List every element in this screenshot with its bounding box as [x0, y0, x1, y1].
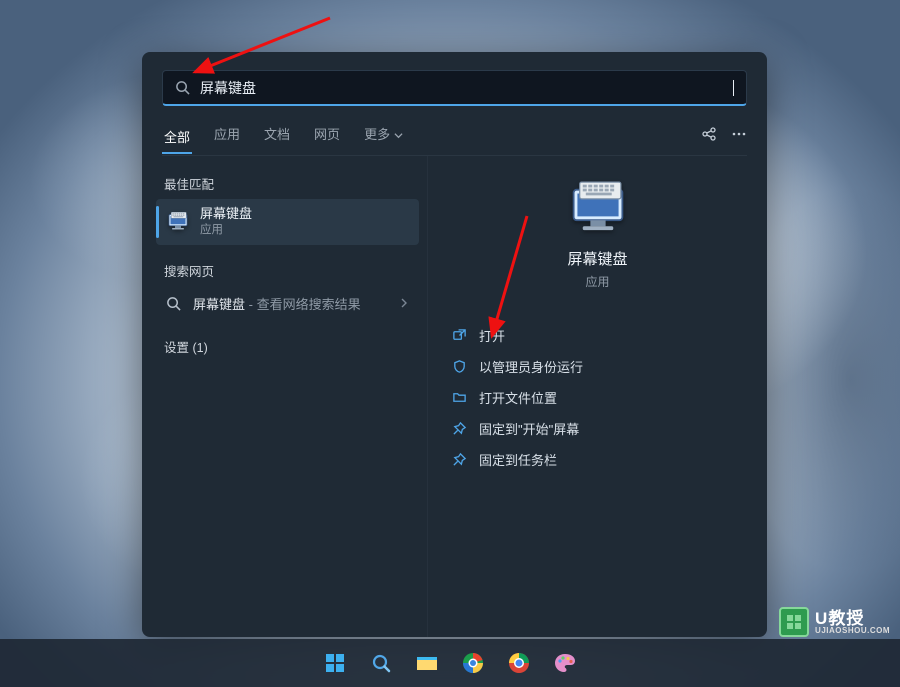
start-search-panel: 屏幕键盘 全部 应用 文档 网页 更多 最佳匹配 [142, 52, 767, 637]
search-input[interactable]: 屏幕键盘 [200, 78, 722, 98]
open-icon [452, 328, 467, 343]
pin-icon [452, 421, 467, 436]
edge-icon [461, 651, 485, 675]
taskbar-explorer[interactable] [407, 643, 447, 683]
osk-app-icon [166, 210, 190, 234]
search-icon [370, 652, 392, 674]
best-match-heading: 最佳匹配 [156, 170, 419, 199]
action-pin-start[interactable]: 固定到"开始"屏幕 [446, 413, 749, 444]
filter-tabs: 全部 应用 文档 网页 更多 [162, 120, 747, 156]
action-open[interactable]: 打开 [446, 320, 749, 351]
web-search-text: 屏幕键盘 - 查看网络搜索结果 [193, 294, 361, 313]
action-label: 固定到"开始"屏幕 [479, 419, 579, 438]
action-open-location[interactable]: 打开文件位置 [446, 382, 749, 413]
preview-app-icon [566, 180, 630, 236]
start-button[interactable] [315, 643, 355, 683]
watermark-badge-icon [779, 607, 809, 637]
admin-shield-icon [452, 359, 467, 374]
more-icon[interactable] [731, 126, 747, 142]
taskbar-edge[interactable] [453, 643, 493, 683]
chevron-right-icon [399, 298, 409, 308]
results-column: 最佳匹配 屏幕键盘 应用 搜索网页 屏幕 [142, 156, 427, 637]
preview-pane: 屏幕键盘 应用 打开 以管理员身份运行 打开文件位置 固定到"开始"屏幕 [427, 156, 767, 637]
result-title: 屏幕键盘 [200, 206, 252, 223]
settings-heading[interactable]: 设置 (1) [156, 333, 419, 362]
action-label: 打开文件位置 [479, 388, 557, 407]
watermark-title: U教授 [815, 610, 890, 627]
preview-title: 屏幕键盘 [567, 248, 627, 269]
result-on-screen-keyboard[interactable]: 屏幕键盘 应用 [156, 199, 419, 245]
windows-icon [324, 652, 346, 674]
taskbar-paint[interactable] [545, 643, 585, 683]
taskbar-chrome[interactable] [499, 643, 539, 683]
web-search-row[interactable]: 屏幕键盘 - 查看网络搜索结果 [156, 286, 419, 321]
preview-subtitle: 应用 [585, 273, 609, 290]
chrome-icon [507, 651, 531, 675]
action-label: 打开 [479, 326, 505, 345]
tab-all[interactable]: 全部 [162, 123, 192, 154]
text-cursor [733, 80, 734, 96]
palette-icon [553, 651, 577, 675]
taskbar [0, 639, 900, 687]
search-icon [175, 80, 190, 95]
actions-list: 打开 以管理员身份运行 打开文件位置 固定到"开始"屏幕 固定到任务栏 [446, 320, 749, 475]
watermark: U教授 UJIAOSHOU.COM [779, 607, 890, 637]
folder-icon [415, 652, 439, 674]
web-search-heading: 搜索网页 [156, 257, 419, 286]
tab-web[interactable]: 网页 [312, 120, 342, 147]
action-run-admin[interactable]: 以管理员身份运行 [446, 351, 749, 382]
folder-icon [452, 390, 467, 405]
action-pin-taskbar[interactable]: 固定到任务栏 [446, 444, 749, 475]
watermark-url: UJIAOSHOU.COM [815, 627, 890, 635]
pin-icon [452, 452, 467, 467]
result-subtitle: 应用 [200, 223, 252, 238]
tab-documents[interactable]: 文档 [262, 120, 292, 147]
search-icon [166, 296, 181, 311]
taskbar-search[interactable] [361, 643, 401, 683]
action-label: 固定到任务栏 [479, 450, 557, 469]
chevron-down-icon [394, 131, 403, 140]
tab-apps[interactable]: 应用 [212, 120, 242, 147]
tab-more[interactable]: 更多 [362, 120, 405, 147]
share-icon[interactable] [701, 126, 717, 142]
action-label: 以管理员身份运行 [479, 357, 583, 376]
search-box[interactable]: 屏幕键盘 [162, 70, 747, 106]
